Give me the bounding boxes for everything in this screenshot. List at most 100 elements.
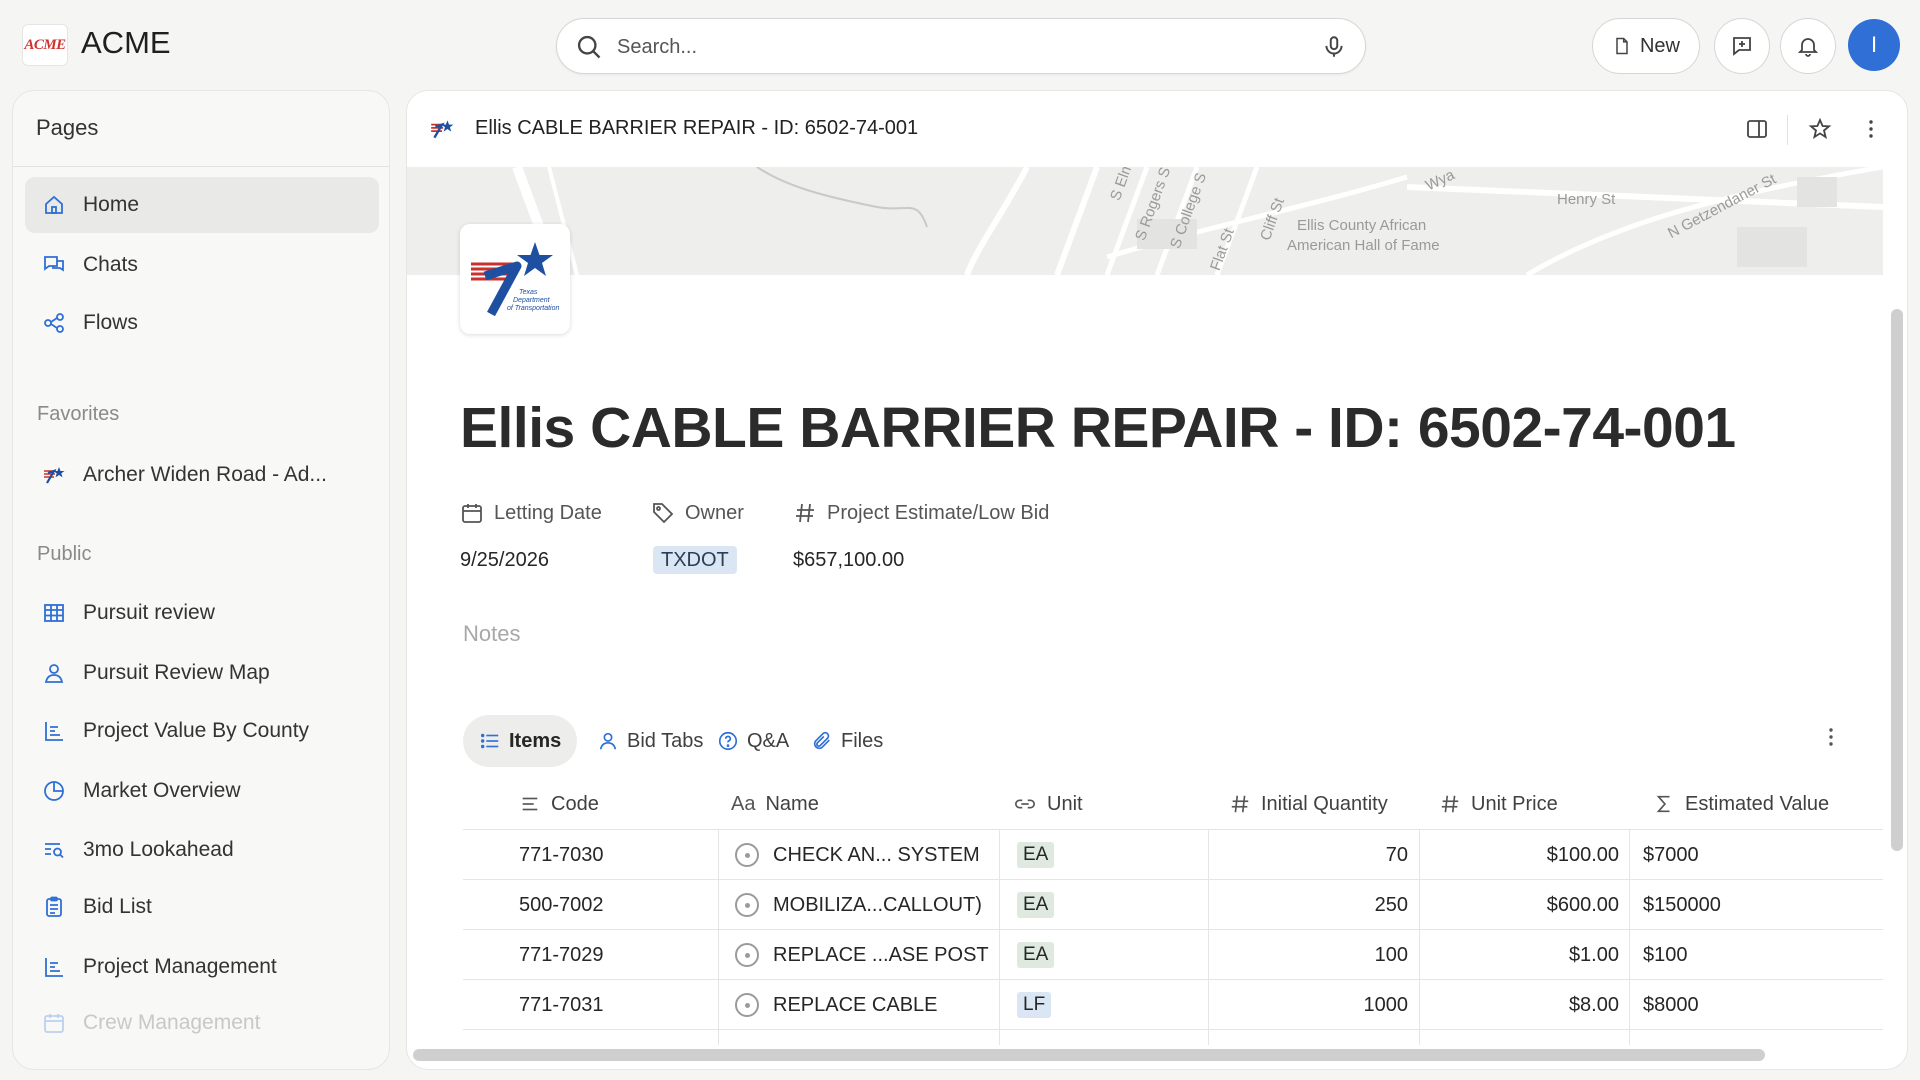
column-header-unit[interactable]: Unit: [1013, 779, 1083, 829]
table-row[interactable]: 500-7002 MOBILIZA...CALLOUT) EA 250 $600…: [463, 879, 1883, 930]
app-logo[interactable]: ACME: [22, 24, 68, 66]
column-header-label: Unit Price: [1471, 792, 1558, 815]
status-circle-icon[interactable]: [735, 993, 759, 1017]
txdot-favicon-icon: [41, 462, 67, 488]
tab-items[interactable]: Items: [463, 715, 578, 767]
new-button[interactable]: New: [1592, 18, 1700, 74]
notes-field[interactable]: Notes: [463, 621, 520, 647]
sidebar-item-pursuit-review[interactable]: Pursuit review: [25, 585, 379, 641]
column-header-label: Estimated Value: [1685, 792, 1830, 815]
sidebar: Pages Home Chats Flows Favorites Archer …: [12, 90, 390, 1070]
column-header-label: Initial Quantity: [1261, 792, 1388, 815]
cell-code: 500-7002: [519, 893, 604, 916]
bar-chart-icon: [41, 954, 67, 980]
column-header-initial-quantity[interactable]: Initial Quantity: [1229, 779, 1388, 829]
hash-icon: [1439, 793, 1461, 815]
cell-estimated-value: $7000: [1643, 843, 1699, 866]
column-divider: [999, 1030, 1000, 1045]
sidebar-item-project-value-by-county[interactable]: Project Value By County: [25, 703, 379, 759]
list-icon: [479, 730, 501, 752]
vertical-scrollbar[interactable]: [1891, 309, 1903, 851]
column-divider: [999, 830, 1000, 880]
microphone-icon[interactable]: [1321, 33, 1347, 61]
tab-label: Bid Tabs: [627, 729, 704, 752]
sidebar-item-3mo-lookahead[interactable]: 3mo Lookahead: [25, 822, 379, 878]
status-circle-icon[interactable]: [735, 893, 759, 917]
column-header-unit-price[interactable]: Unit Price: [1439, 779, 1558, 829]
split-view-icon[interactable]: [1745, 117, 1769, 141]
column-divider: [999, 930, 1000, 980]
new-button-label: New: [1639, 34, 1680, 57]
sidebar-item-crew-management[interactable]: Crew Management: [25, 995, 379, 1051]
table-row[interactable]: 771-7031 REPLACE CABLE LF 1000 $8.00 $80…: [463, 979, 1883, 1030]
tab-qa[interactable]: Q&A: [701, 715, 805, 767]
sidebar-item-label: Project Value By County: [83, 719, 310, 742]
flows-icon: [41, 310, 67, 336]
status-circle-icon[interactable]: [735, 943, 759, 967]
letting-date-value[interactable]: 9/25/2026: [460, 549, 549, 572]
tab-label: Items: [509, 729, 562, 752]
star-icon[interactable]: [1808, 117, 1832, 141]
logo-text: of Transportation: [507, 305, 560, 312]
sidebar-item-bid-list[interactable]: Bid List: [25, 879, 379, 935]
sidebar-header: Pages: [13, 91, 389, 167]
column-header-estimated-value[interactable]: Estimated Value: [1653, 779, 1829, 829]
estimate-value[interactable]: $657,100.00: [793, 549, 904, 572]
search-input[interactable]: Search...: [617, 36, 697, 59]
app-logo-text: ACME: [24, 36, 66, 53]
sidebar-item-chats[interactable]: Chats: [25, 237, 379, 293]
cell-unit: EA: [1017, 830, 1055, 880]
horizontal-scrollbar[interactable]: [413, 1049, 1765, 1061]
project-logo: Texas Department of Transportation: [460, 224, 570, 334]
main-panel: Ellis CABLE BARRIER REPAIR - ID: 6502-74…: [406, 90, 1908, 1070]
sidebar-item-flows[interactable]: Flows: [25, 295, 379, 351]
column-header-code[interactable]: Code: [519, 779, 599, 829]
unit-chip: EA: [1017, 842, 1055, 868]
search-bar[interactable]: Search...: [556, 18, 1366, 74]
brand-name: ACME: [81, 25, 171, 60]
sidebar-item-project-management[interactable]: Project Management: [25, 939, 379, 995]
estimate-property[interactable]: Project Estimate/Low Bid: [793, 501, 1049, 525]
sidebar-item-archer-widen-road[interactable]: Archer Widen Road - Ad...: [25, 447, 379, 503]
status-circle-icon[interactable]: [735, 843, 759, 867]
cell-unit: EA: [1017, 930, 1055, 980]
avatar[interactable]: I: [1848, 19, 1900, 71]
cell-name-text: REPLACE ...ASE POST: [773, 943, 989, 966]
sidebar-item-market-overview[interactable]: Market Overview: [25, 763, 379, 819]
text-align-icon: [519, 793, 541, 815]
cell-initial-quantity: 1000: [1363, 993, 1409, 1016]
text-type-icon: Aa: [731, 792, 756, 815]
cell-name-text: MOBILIZA...CALLOUT): [773, 893, 982, 916]
table-row[interactable]: 771-7029 REPLACE ...ASE POST EA 100 $1.0…: [463, 929, 1883, 980]
column-header-name[interactable]: Aa Name: [731, 779, 819, 829]
sidebar-item-home[interactable]: Home: [25, 177, 379, 233]
calendar-icon: [460, 501, 484, 525]
tab-label: Files: [841, 729, 884, 752]
column-divider: [1629, 930, 1630, 980]
tab-bid-tabs[interactable]: Bid Tabs: [581, 715, 719, 767]
feedback-button[interactable]: [1714, 18, 1770, 74]
table-row[interactable]: 771-7030 CHECK AN... SYSTEM EA 70 $100.0…: [463, 829, 1883, 880]
cell-initial-quantity: 250: [1374, 893, 1408, 916]
sidebar-item-label: Archer Widen Road - Ad...: [83, 463, 327, 486]
sidebar-item-label: 3mo Lookahead: [83, 838, 234, 861]
letting-date-property[interactable]: Letting Date: [460, 501, 602, 525]
owner-value[interactable]: TXDOT: [653, 546, 737, 574]
more-vertical-icon[interactable]: [1859, 117, 1883, 141]
header-divider: [1787, 115, 1788, 145]
column-divider: [718, 830, 719, 880]
sidebar-item-pursuit-review-map[interactable]: Pursuit Review Map: [25, 645, 379, 701]
sidebar-item-label: Flows: [83, 311, 138, 334]
notifications-button[interactable]: [1780, 18, 1836, 74]
cell-initial-quantity: 70: [1385, 843, 1408, 866]
more-vertical-icon[interactable]: [1819, 725, 1843, 749]
column-divider: [1629, 830, 1630, 880]
column-divider: [718, 880, 719, 930]
cell-estimated-value: $8000: [1643, 993, 1699, 1016]
cell-code: 771-7030: [519, 843, 604, 866]
tab-files[interactable]: Files: [795, 715, 899, 767]
public-section-title: Public: [37, 543, 92, 565]
owner-property[interactable]: Owner: [651, 501, 744, 525]
logo-text: Texas: [519, 289, 538, 296]
column-divider: [1419, 1030, 1420, 1045]
